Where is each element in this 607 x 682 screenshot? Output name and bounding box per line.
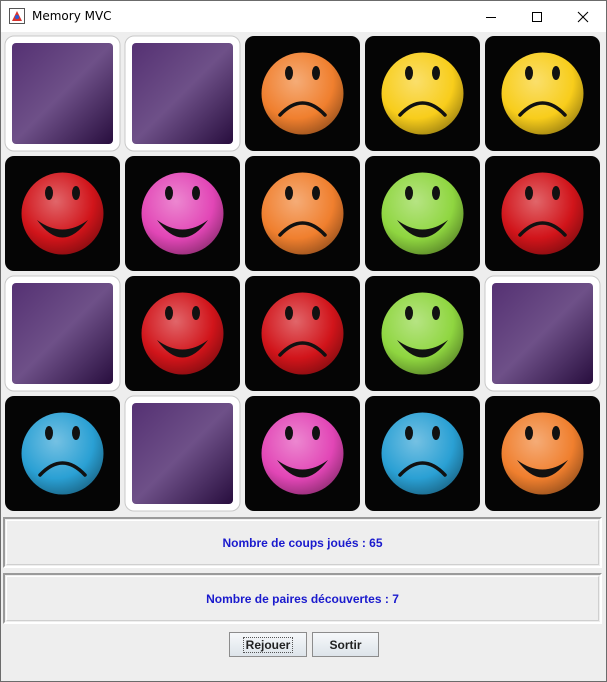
card-back-icon [4, 275, 121, 392]
java-app-icon [9, 8, 25, 24]
card-back-icon [124, 35, 241, 152]
maximize-button[interactable] [514, 1, 560, 32]
card-back-icon [484, 275, 601, 392]
memory-card-revealed[interactable] [4, 155, 121, 272]
happy-smiley-icon [125, 156, 240, 271]
memory-card-revealed[interactable] [364, 155, 481, 272]
sad-smiley-icon [5, 396, 120, 511]
minimize-button[interactable] [468, 1, 514, 32]
happy-smiley-icon [125, 276, 240, 391]
memory-card-revealed[interactable] [124, 155, 241, 272]
quit-button-label: Sortir [329, 637, 362, 652]
minimize-icon [486, 16, 496, 18]
happy-smiley-icon [365, 276, 480, 391]
memory-card-revealed[interactable] [484, 155, 601, 272]
sad-smiley-icon [485, 36, 600, 151]
pairs-counter-label: Nombre de paires découvertes : 7 [206, 591, 399, 606]
sad-smiley-icon [485, 156, 600, 271]
memory-card-revealed[interactable] [244, 275, 361, 392]
close-button[interactable] [560, 1, 606, 32]
maximize-icon [532, 11, 542, 22]
card-back-icon [124, 395, 241, 512]
memory-card-revealed[interactable] [364, 275, 481, 392]
pairs-counter-panel: Nombre de paires découvertes : 7 [3, 573, 602, 624]
memory-card-hidden[interactable] [484, 275, 601, 392]
sad-smiley-icon [245, 276, 360, 391]
memory-card-revealed[interactable] [244, 155, 361, 272]
app-window: Memory MVC Nombre de coups joués: 65 No… [0, 0, 607, 682]
memory-card-revealed[interactable] [124, 275, 241, 392]
memory-card-revealed[interactable] [4, 395, 121, 512]
memory-card-hidden[interactable] [124, 395, 241, 512]
quit-button[interactable]: Sortir [312, 632, 379, 657]
memory-card-hidden[interactable] [4, 275, 121, 392]
memory-card-hidden[interactable] [4, 35, 121, 152]
happy-smiley-icon [5, 156, 120, 271]
happy-smiley-icon [365, 156, 480, 271]
memory-card-revealed[interactable] [484, 395, 601, 512]
sad-smiley-icon [245, 156, 360, 271]
sad-smiley-icon [365, 36, 480, 151]
card-back-icon [4, 35, 121, 152]
replay-button[interactable]: Rejouer [229, 632, 307, 657]
happy-smiley-icon [245, 396, 360, 511]
sad-smiley-icon [365, 396, 480, 511]
happy-smiley-icon [485, 396, 600, 511]
memory-card-revealed[interactable] [364, 395, 481, 512]
memory-card-hidden[interactable] [124, 35, 241, 152]
title-bar[interactable]: Memory MVC [1, 1, 606, 32]
memory-card-revealed[interactable] [484, 35, 601, 152]
close-icon [577, 11, 589, 22]
memory-card-revealed[interactable] [244, 395, 361, 512]
moves-counter-panel: Nombre de coups joués : 65 [3, 517, 602, 568]
memory-card-revealed[interactable] [244, 35, 361, 152]
moves-counter-label: Nombre de coups joués : 65 [222, 535, 383, 550]
replay-button-label: Rejouer [242, 636, 294, 653]
window-title: Memory MVC [32, 9, 112, 23]
sad-smiley-icon [245, 36, 360, 151]
memory-card-revealed[interactable] [364, 35, 481, 152]
card-grid [3, 34, 604, 514]
